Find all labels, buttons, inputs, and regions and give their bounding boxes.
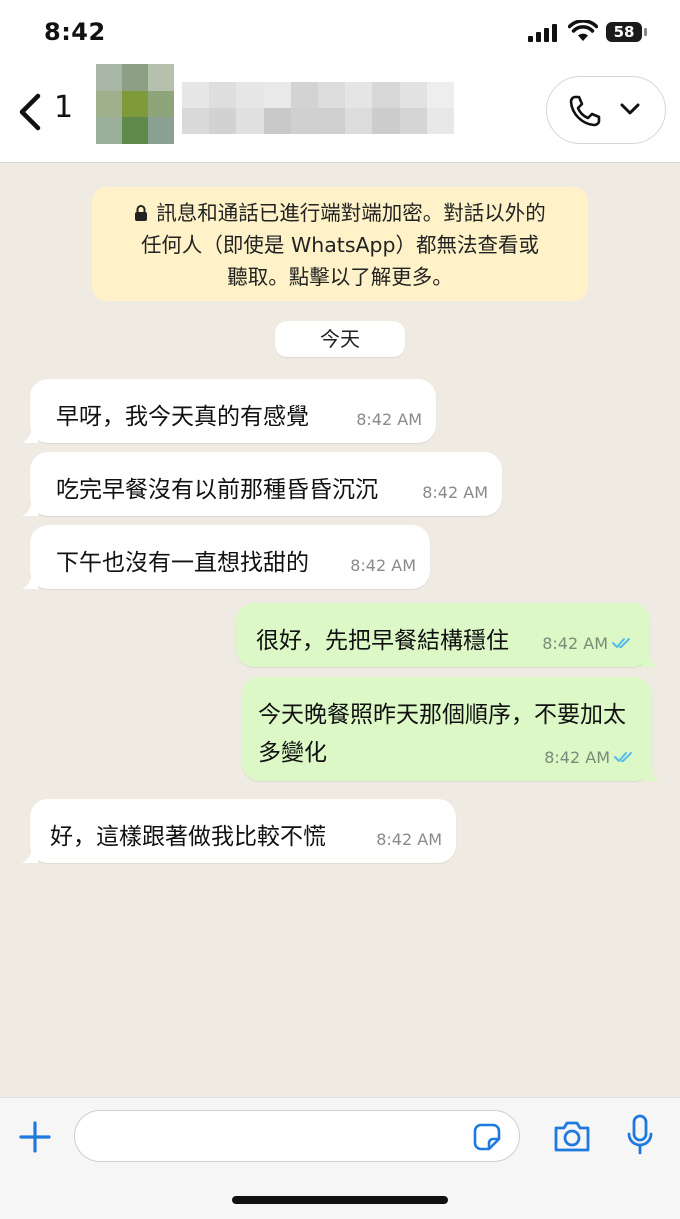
- read-receipt-icon: [612, 638, 630, 648]
- chat-header: 1: [0, 62, 680, 163]
- lock-icon: [135, 205, 148, 221]
- plus-icon[interactable]: [18, 1120, 52, 1154]
- name-pixel: [399, 108, 427, 134]
- name-pixel: [209, 108, 237, 134]
- name-pixel: [263, 108, 291, 134]
- avatar-pixel: [148, 90, 174, 118]
- message-time: 8:42 AM: [376, 830, 442, 849]
- message-bubble-incoming[interactable]: 下午也沒有一直想找甜的 8:42 AM: [22, 525, 430, 589]
- message-text: 下午也沒有一直想找甜的: [56, 550, 309, 576]
- name-pixel: [290, 82, 318, 108]
- name-pixel: [236, 108, 264, 134]
- composer-bar: [0, 1097, 680, 1219]
- message-text: 吃完早餐沒有以前那種昏昏沉沉: [56, 477, 378, 503]
- microphone-icon[interactable]: [626, 1114, 654, 1156]
- avatar-pixel: [96, 90, 122, 118]
- message-text: 早呀，我今天真的有感覺: [56, 404, 309, 430]
- read-receipt-icon: [614, 752, 632, 762]
- status-time: 8:42: [44, 18, 106, 46]
- contact-name-blurred[interactable]: [182, 82, 454, 134]
- name-pixel: [318, 108, 346, 134]
- name-pixel: [318, 82, 346, 108]
- message-bubble-incoming[interactable]: 吃完早餐沒有以前那種昏昏沉沉 8:42 AM: [22, 452, 502, 516]
- avatar-pixel: [148, 117, 174, 144]
- name-pixel: [399, 82, 427, 108]
- message-bubble-outgoing[interactable]: 很好，先把早餐結構穩住 8:42 AM: [236, 603, 658, 667]
- name-pixel: [345, 108, 373, 134]
- message-bubble-incoming[interactable]: 好，這樣跟著做我比較不慌 8:42 AM: [22, 799, 456, 863]
- name-pixel: [182, 82, 210, 108]
- avatar-pixel: [96, 64, 122, 91]
- message-time: 8:42 AM: [422, 483, 488, 502]
- sticker-icon[interactable]: [471, 1121, 503, 1153]
- status-bar: 8:42 58: [0, 0, 680, 62]
- wifi-icon: [568, 20, 598, 41]
- encryption-line-1: 訊息和通話已進行端對端加密。對話以外的: [156, 201, 546, 225]
- battery-icon: 58: [606, 20, 650, 44]
- name-pixel: [372, 108, 400, 134]
- name-pixel: [209, 82, 237, 108]
- call-button[interactable]: [546, 76, 666, 144]
- avatar-pixel: [122, 117, 148, 144]
- chat-area: 訊息和通話已進行端對端加密。對話以外的 任何人（即使是 WhatsApp）都無法…: [0, 163, 680, 1097]
- avatar-pixel: [122, 64, 148, 91]
- name-pixel: [426, 108, 454, 134]
- message-text: 多變化: [258, 740, 327, 766]
- message-bubble-incoming[interactable]: 早呀，我今天真的有感覺 8:42 AM: [22, 379, 436, 443]
- name-pixel: [290, 108, 318, 134]
- name-pixel: [345, 82, 373, 108]
- message-input[interactable]: [93, 1119, 467, 1155]
- message-text: 很好，先把早餐結構穩住: [256, 628, 509, 654]
- battery-level: 58: [606, 22, 642, 42]
- message-time: 8:42 AM: [544, 748, 610, 767]
- message-time: 8:42 AM: [350, 556, 416, 575]
- name-pixel: [236, 82, 264, 108]
- message-bubble-outgoing[interactable]: 今天晚餐照昨天那個順序，不要加太 多變化 8:42 AM: [242, 677, 660, 781]
- back-chevron-icon[interactable]: [14, 88, 48, 136]
- message-text: 好，這樣跟著做我比較不慌: [50, 824, 326, 850]
- message-time: 8:42 AM: [356, 410, 422, 429]
- avatar-pixel: [96, 117, 122, 144]
- message-text: 今天晚餐照昨天那個順序，不要加太: [258, 702, 626, 728]
- home-indicator: [232, 1196, 448, 1204]
- avatar-pixel: [122, 90, 148, 118]
- message-time: 8:42 AM: [542, 634, 608, 653]
- name-pixel: [426, 82, 454, 108]
- phone-icon: [569, 95, 601, 127]
- name-pixel: [182, 108, 210, 134]
- avatar[interactable]: [96, 64, 174, 144]
- name-pixel: [372, 82, 400, 108]
- message-field[interactable]: [74, 1110, 520, 1162]
- camera-icon[interactable]: [552, 1118, 592, 1154]
- cellular-signal-icon: [528, 24, 557, 42]
- avatar-pixel: [148, 64, 174, 91]
- encryption-line-3: 聽取。點擊以了解更多。: [227, 265, 453, 289]
- encryption-notice[interactable]: 訊息和通話已進行端對端加密。對話以外的 任何人（即使是 WhatsApp）都無法…: [92, 187, 588, 301]
- unread-count[interactable]: 1: [54, 90, 73, 125]
- chevron-down-icon: [620, 103, 640, 115]
- date-divider: 今天: [275, 321, 405, 357]
- encryption-line-2: 任何人（即使是 WhatsApp）都無法查看或: [140, 233, 540, 257]
- name-pixel: [263, 82, 291, 108]
